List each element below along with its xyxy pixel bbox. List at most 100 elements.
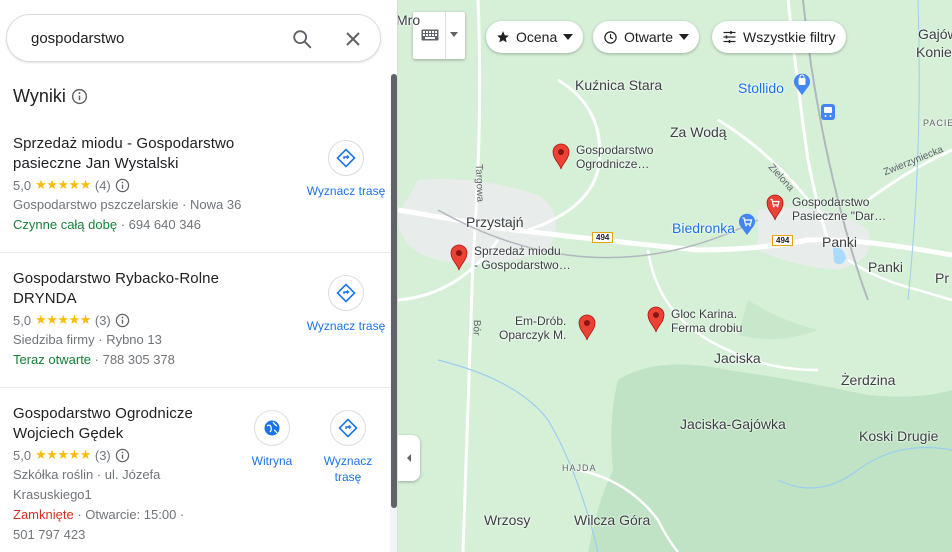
chevron-down-icon [679, 34, 690, 40]
map-place-label: Przystajń [466, 214, 524, 230]
result-hours-phone: Czynne całą dobę · 694 640 346 [13, 215, 201, 235]
poi-label[interactable]: Sprzedaż miodu - Gospodarstwo… [474, 244, 571, 272]
map-place-label: Panki [822, 234, 858, 250]
result-hours-phone: Teraz otwarte · 788 305 378 [13, 350, 175, 370]
route-shield: 494 [592, 232, 614, 243]
map-place-label: Żerdzina [841, 372, 896, 388]
directions-button[interactable]: Wyznacz trasę [306, 140, 386, 199]
map-place-label: Panki [868, 259, 904, 275]
star-icon [497, 31, 509, 43]
collapse-panel-button[interactable] [398, 435, 420, 481]
map-place-label: Za Wodą [670, 124, 727, 140]
map-pin-icon[interactable] [577, 313, 597, 341]
open-filter-label: Otwarte [624, 29, 674, 45]
phone-number: 501 797 423 [13, 527, 86, 542]
map-pin-icon[interactable] [551, 142, 571, 170]
directions-label-line: Wyznacz [323, 454, 373, 468]
map-place-label: HAJDA [562, 463, 597, 473]
result-title-line: Gospodarstwo Ogrodnicze [13, 405, 193, 422]
route-shield: 494 [772, 235, 794, 246]
directions-button[interactable]: Wyznacz trasę [308, 410, 388, 485]
result-card[interactable]: Gospodarstwo Rybacko-Rolne DRYNDA 5,0 ★★… [0, 253, 390, 387]
result-category-address: Siedziba firmy · Rybno 13 [13, 332, 162, 347]
map-canvas[interactable]: Ocena Otwarte Wszystkie filtry Mro Gajów… [398, 0, 952, 552]
keyboard-toggle[interactable] [413, 12, 465, 59]
result-card[interactable]: Sprzedaż miodu - Gospodarstwo pasieczne … [0, 0, 390, 252]
map-place-label: Wilcza Góra [574, 512, 651, 528]
phone-number: · 788 305 378 [91, 352, 175, 367]
rating-filter-chip[interactable]: Ocena [486, 21, 584, 53]
scrollbar-thumb[interactable] [391, 74, 397, 508]
map-place-label: Gajów [918, 26, 952, 42]
chevron-down-icon[interactable] [450, 32, 458, 37]
map-place-label: Kuźnica Stara [575, 77, 663, 93]
closed-status: Zamknięte [13, 507, 74, 522]
rating-stars: ★★★★★ [35, 177, 91, 192]
globe-icon[interactable] [254, 410, 290, 446]
poi-label-line: Gospodarstwo [792, 195, 870, 209]
map-place-label: Jaciska-Gajówka [680, 416, 786, 432]
road-label: Bór [470, 319, 482, 336]
poi-label-line: Oparczyk M. [499, 328, 567, 342]
map-place-label: Mro [398, 12, 421, 28]
all-filters-label: Wszystkie filtry [743, 29, 836, 45]
open-filter-chip[interactable]: Otwarte [593, 21, 700, 53]
opening-hours: · Otwarcie: 15:00 · [73, 507, 185, 522]
poi-label[interactable]: Gospodarstwo Pasieczne "Dar… [792, 195, 886, 223]
rating-value: 5,0 [13, 177, 32, 193]
results-panel: gospodarstwo Wyniki Sprzedaż miodu - Gos… [0, 0, 398, 552]
poi-label[interactable]: Gospodarstwo Ogrodnicze… [576, 143, 653, 171]
map-place-label: Konie [916, 44, 952, 60]
directions-label: Wyznacz trasę [306, 319, 386, 333]
poi-label-line: Pasieczne "Dar… [792, 209, 887, 223]
map-pin-icon[interactable] [646, 305, 666, 333]
info-icon[interactable] [115, 178, 130, 193]
filter-sliders-icon [723, 31, 736, 43]
rating-value: 5,0 [13, 447, 32, 463]
info-icon[interactable] [115, 313, 130, 328]
poi-label-line: - Gospodarstwo… [474, 258, 571, 272]
map-place-label: Biedronka [672, 220, 736, 236]
train-icon[interactable] [821, 104, 835, 120]
review-count: (4) [94, 177, 111, 193]
cart-icon[interactable] [737, 212, 757, 236]
rating-value: 5,0 [13, 312, 32, 328]
directions-icon[interactable] [328, 275, 364, 311]
directions-icon[interactable] [328, 140, 364, 176]
poi-label[interactable]: Gloc Karina. Ferma drobiu [671, 307, 742, 335]
rating-line: 5,0 ★★★★★ (3) [13, 447, 130, 463]
result-title[interactable]: Gospodarstwo Ogrodnicze Wojciech Gędek [13, 404, 193, 444]
scrollbar[interactable] [390, 74, 397, 552]
road-label: Targowa [473, 164, 486, 203]
result-title-line: Sprzedaż miodu - Gospodarstwo [13, 135, 235, 152]
directions-button[interactable]: Wyznacz trasę [306, 275, 386, 334]
website-button[interactable]: Witryna [232, 410, 312, 469]
rating-stars: ★★★★★ [35, 447, 91, 462]
rating-stars: ★★★★★ [35, 312, 91, 327]
clock-icon [604, 30, 617, 44]
poi-label[interactable]: Em-Drób. Oparczyk M. [499, 314, 566, 342]
map-base-layer [398, 0, 952, 552]
poi-label-line: Sprzedaż miodu [474, 244, 561, 258]
info-icon[interactable] [115, 448, 130, 463]
poi-label-line: Gospodarstwo [576, 143, 654, 157]
chevron-left-icon [407, 454, 411, 462]
all-filters-chip[interactable]: Wszystkie filtry [712, 21, 846, 53]
result-title[interactable]: Sprzedaż miodu - Gospodarstwo pasieczne … [13, 134, 234, 174]
open-status: Czynne całą dobę [13, 217, 118, 232]
shopping-pin-icon[interactable] [765, 193, 785, 221]
rating-line: 5,0 ★★★★★ (4) [13, 177, 130, 193]
result-title[interactable]: Gospodarstwo Rybacko-Rolne DRYNDA [13, 269, 219, 309]
review-count: (3) [94, 312, 111, 328]
directions-icon[interactable] [330, 410, 366, 446]
result-title-line: DRYNDA [13, 290, 77, 307]
map-pin-icon[interactable] [449, 243, 469, 271]
map-place-label: Pr [935, 270, 949, 286]
map-place-label: Stollido [738, 80, 784, 96]
result-title-line: Gospodarstwo Rybacko-Rolne [13, 270, 220, 287]
poi-label-line: Ferma drobiu [671, 321, 743, 335]
directions-label: Wyznacz trasę [306, 184, 386, 198]
shopping-bag-icon[interactable] [792, 72, 812, 96]
poi-label-line: Gloc Karina. [671, 307, 738, 321]
result-card[interactable]: Gospodarstwo Ogrodnicze Wojciech Gędek 5… [0, 388, 390, 552]
